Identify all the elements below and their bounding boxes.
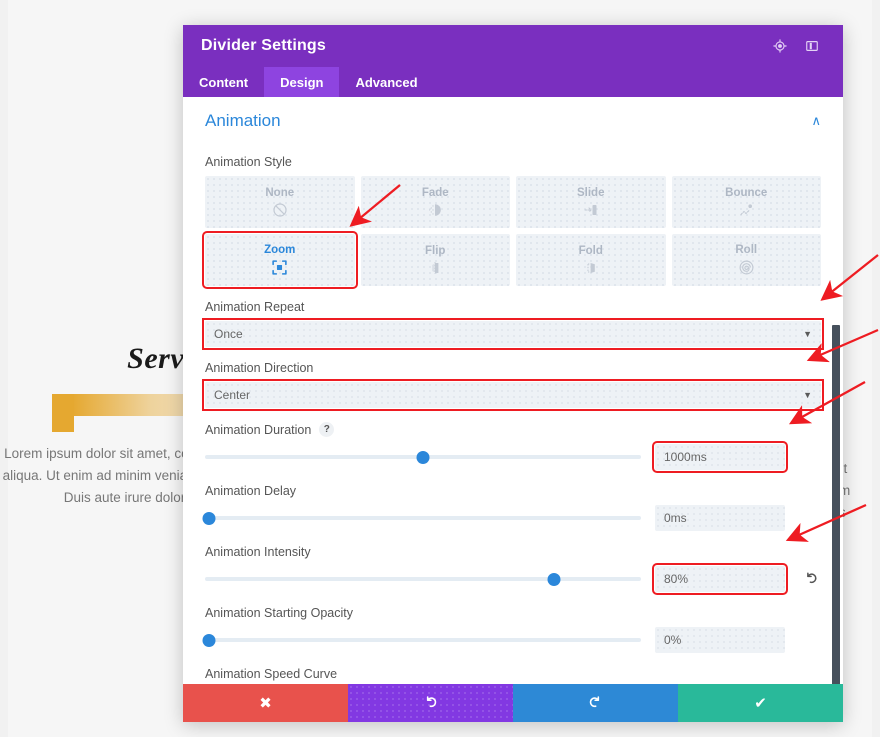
modal-title: Divider Settings [201,37,327,54]
fade-icon [427,202,443,218]
style-option-fade[interactable]: Fade [360,176,510,228]
undo-arrow-icon [423,694,438,713]
modal-footer: ✖ ✔ [183,684,843,722]
slider-knob[interactable] [202,511,216,525]
animation-starting-opacity-label: Animation Starting Opacity [205,606,353,620]
save-button[interactable]: ✔ [678,684,843,722]
roll-spiral-icon [738,259,755,276]
divider-settings-modal: Divider Settings Content Design Advanced… [183,25,843,722]
animation-starting-opacity-row: 0% [202,627,821,653]
layout-panel-icon[interactable] [799,33,825,59]
modal-body: Animation ∧ Animation Style None Fade Sl… [183,97,843,684]
animation-intensity-row: 80% [205,563,821,595]
slider-track [205,516,641,520]
zoom-expand-icon [271,259,288,276]
tab-design[interactable]: Design [264,67,340,97]
style-option-roll[interactable]: Roll [671,234,821,286]
animation-direction-select-wrap: Center ▼ [202,379,824,411]
undo-button[interactable] [348,684,513,722]
tab-advanced[interactable]: Advanced [339,67,433,97]
animation-intensity-value[interactable]: 80% [652,563,788,595]
fold-icon [583,260,599,276]
style-option-fold[interactable]: Fold [516,234,666,286]
animation-duration-value[interactable]: 1000ms [652,441,788,473]
animation-delay-row: 0ms [202,505,821,531]
focus-target-icon[interactable] [767,33,793,59]
flip-icon [427,260,443,276]
style-option-flip[interactable]: Flip [360,234,510,286]
style-option-zoom[interactable]: Zoom [202,231,358,289]
animation-direction-select[interactable]: Center [205,382,821,408]
animation-style-grid: None Fade Slide Bounce Zoom Flip Fold Ro… [202,176,821,289]
slider-knob[interactable] [202,633,216,647]
no-entry-icon [272,202,288,218]
style-option-slide[interactable]: Slide [516,176,666,228]
animation-delay-label: Animation Delay [205,484,297,498]
bounce-icon [738,202,754,218]
animation-starting-opacity-value[interactable]: 0% [655,627,785,653]
cancel-button[interactable]: ✖ [183,684,348,722]
chevron-up-icon[interactable]: ∧ [811,113,821,129]
animation-intensity-slider[interactable] [205,569,641,589]
slider-track [205,577,641,581]
animation-section-header[interactable]: Animation ∧ [205,111,821,141]
redo-button[interactable] [513,684,678,722]
reset-arrow-icon[interactable] [799,570,821,589]
modal-scrollbar[interactable] [832,325,840,684]
close-x-icon: ✖ [259,695,272,712]
style-option-bounce[interactable]: Bounce [671,176,821,228]
animation-delay-value[interactable]: 0ms [655,505,785,531]
section-title: Animation [205,111,281,130]
tab-content[interactable]: Content [183,67,264,97]
animation-duration-row: 1000ms [205,441,821,473]
modal-titlebar: Divider Settings [183,25,843,67]
slider-knob[interactable] [547,572,561,586]
animation-direction-label: Animation Direction [205,361,314,375]
settings-scroll-area: Animation ∧ Animation Style None Fade Sl… [183,97,843,684]
animation-duration-slider[interactable] [205,447,641,467]
animation-starting-opacity-slider[interactable] [202,630,641,650]
animation-duration-label: Animation Duration ? [205,422,821,437]
checkmark-icon: ✔ [754,695,767,712]
animation-repeat-label: Animation Repeat [205,300,305,314]
animation-delay-slider[interactable] [202,508,641,528]
slide-icon [583,202,599,218]
modal-tab-bar: Content Design Advanced [183,67,843,97]
help-question-icon[interactable]: ? [319,422,335,437]
animation-speed-curve-label: Animation Speed Curve [205,667,338,681]
animation-repeat-select-wrap: Once ▼ [202,318,824,350]
slider-track [205,638,641,642]
slider-knob[interactable] [416,450,430,464]
animation-intensity-label: Animation Intensity [205,545,311,559]
animation-repeat-select[interactable]: Once [205,321,821,347]
redo-arrow-icon [588,694,603,713]
animation-style-label: Animation Style [205,155,292,169]
style-option-none[interactable]: None [205,176,355,228]
